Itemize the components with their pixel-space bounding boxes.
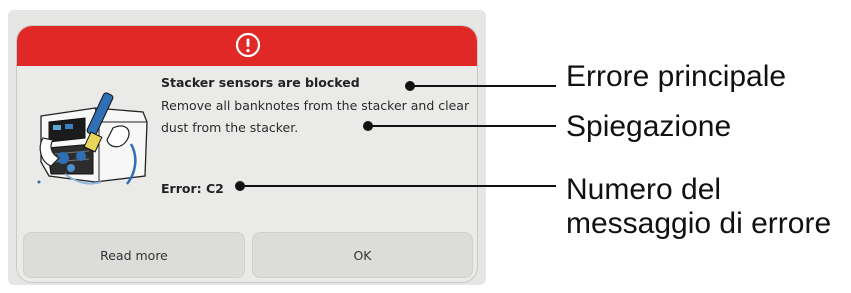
label-error-number-line1: Numero del (566, 173, 722, 206)
label-explanation: Spiegazione (566, 110, 732, 143)
label-main-error: Errore principale (566, 60, 787, 93)
label-error-number-line2: messaggio di errore (566, 207, 832, 240)
label-error-number: Numero del messaggio di errore (566, 173, 831, 241)
read-more-button[interactable]: Read more (23, 232, 245, 278)
error-explanation: Remove all banknotes from the stacker an… (161, 98, 470, 135)
error-code: Error: C2 (161, 181, 224, 196)
dialog-header-bar (17, 26, 477, 66)
error-dialog: Stacker sensors are blocked Remove all b… (16, 25, 478, 283)
banknote-counter-cleaning-illustration (37, 92, 148, 185)
error-title: Stacker sensors are blocked (161, 75, 360, 90)
ok-button[interactable]: OK (252, 232, 473, 278)
exclamation-circle-icon (235, 32, 261, 58)
